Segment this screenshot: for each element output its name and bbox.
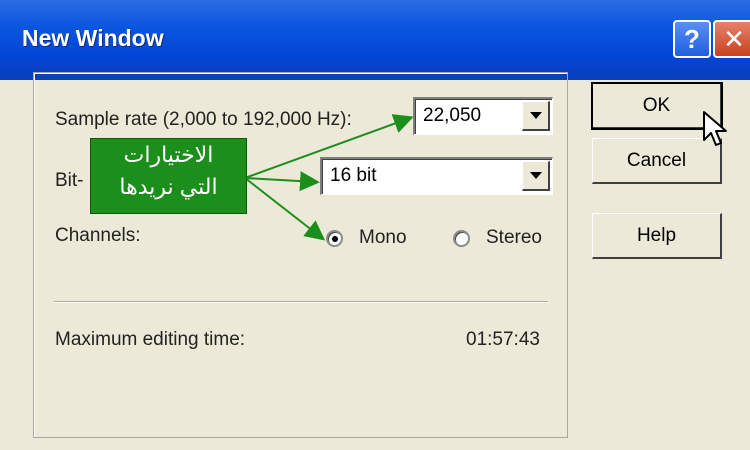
cancel-button-label: Cancel (626, 149, 687, 171)
callout-line-2: التي نريدها (119, 174, 218, 199)
window-title: New Window (22, 25, 164, 51)
chevron-down-icon (529, 172, 542, 179)
max-editing-time-value: 01:57:43 (466, 329, 540, 350)
sample-rate-combo[interactable]: 22,050 (413, 97, 553, 135)
mono-label[interactable]: Mono (359, 227, 407, 249)
bit-depth-value: 16 bit (330, 165, 377, 186)
help-button-label: Help (636, 224, 677, 246)
max-editing-time-label: Maximum editing time: (55, 329, 246, 350)
question-icon: ? (684, 23, 700, 54)
mono-radio[interactable] (326, 230, 343, 247)
dialog-client-area: Sample rate (2,000 to 192,000 Hz): 22,05… (0, 72, 750, 450)
ok-button-label: OK (642, 94, 671, 116)
help-button[interactable]: Help (592, 213, 722, 259)
radio-selected-dot (332, 236, 338, 242)
arabic-callout-box: الاختيارات التي نريدها (90, 138, 247, 214)
sample-rate-label: Sample rate (2,000 to 192,000 Hz): (55, 109, 352, 130)
help-title-button[interactable]: ? (673, 20, 711, 58)
channels-label: Channels: (55, 225, 141, 246)
bit-depth-combo[interactable]: 16 bit (320, 157, 553, 195)
dialog-window: New Window ? ✕ Sample rate (2,000 to 192… (0, 0, 750, 450)
stereo-radio[interactable] (453, 230, 470, 247)
callout-line-1: الاختيارات (123, 142, 214, 167)
sample-rate-dropdown-button[interactable] (522, 101, 550, 131)
stereo-label[interactable]: Stereo (486, 227, 542, 249)
bit-depth-dropdown-button[interactable] (522, 161, 550, 191)
mouse-pointer-icon (703, 111, 727, 146)
close-icon: ✕ (723, 23, 745, 54)
settings-group: Sample rate (2,000 to 192,000 Hz): 22,05… (33, 72, 568, 438)
bit-depth-label: Bit- (55, 170, 84, 191)
sample-rate-value: 22,050 (423, 105, 482, 126)
close-title-button[interactable]: ✕ (713, 20, 750, 58)
group-divider (54, 301, 548, 303)
chevron-down-icon (529, 112, 542, 119)
title-bar[interactable]: New Window ? ✕ (0, 0, 750, 80)
